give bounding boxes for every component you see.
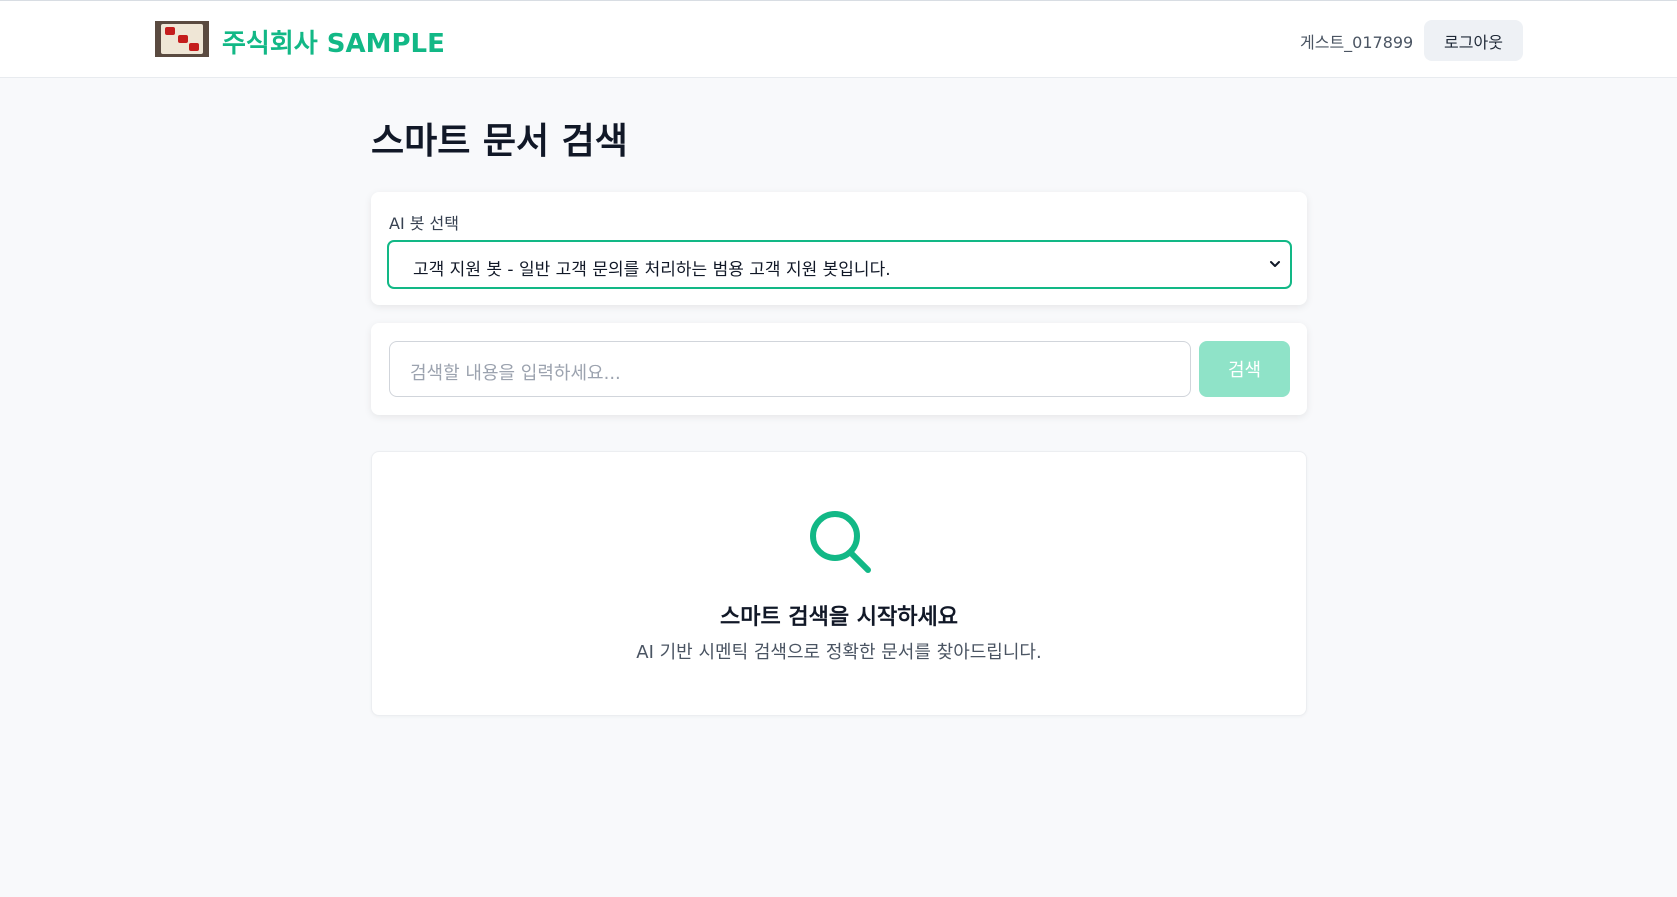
logout-button[interactable]: 로그아웃	[1424, 20, 1523, 61]
search-placeholder: 검색할 내용을 입력하세요...	[410, 363, 621, 384]
search-input[interactable]: 검색할 내용을 입력하세요...	[389, 341, 1191, 397]
search-button[interactable]: 검색	[1199, 341, 1290, 397]
username-label: 게스트_017899	[1300, 33, 1414, 52]
bot-select-label: AI 봇 선택	[389, 214, 459, 233]
empty-state-card: 스마트 검색을 시작하세요 AI 기반 시멘틱 검색으로 정확한 문서를 찾아드…	[371, 451, 1307, 716]
page-title: 스마트 문서 검색	[371, 121, 628, 162]
bot-select-value: 고객 지원 봇 - 일반 고객 문의를 처리하는 범용 고객 지원 봇입니다.	[413, 260, 891, 280]
empty-state-subtitle: AI 기반 시멘틱 검색으로 정확한 문서를 찾아드립니다.	[636, 642, 1042, 663]
search-icon	[810, 511, 871, 573]
bot-select-card: AI 봇 선택 고객 지원 봇 - 일반 고객 문의를 처리하는 범용 고객 지…	[371, 192, 1307, 305]
chevron-down-icon	[1270, 261, 1280, 267]
logo-mark	[189, 43, 199, 51]
logo-mark	[165, 27, 175, 35]
empty-state-title: 스마트 검색을 시작하세요	[720, 605, 958, 630]
brand-name[interactable]: 주식회사 SAMPLE	[222, 23, 445, 60]
search-card: 검색할 내용을 입력하세요... 검색	[371, 323, 1307, 415]
company-logo-image[interactable]	[155, 21, 209, 57]
logo-mark	[178, 35, 188, 43]
bot-select-dropdown[interactable]: 고객 지원 봇 - 일반 고객 문의를 처리하는 범용 고객 지원 봇입니다.	[387, 240, 1292, 289]
top-header: 주식회사 SAMPLE 게스트_017899 로그아웃	[0, 0, 1677, 78]
